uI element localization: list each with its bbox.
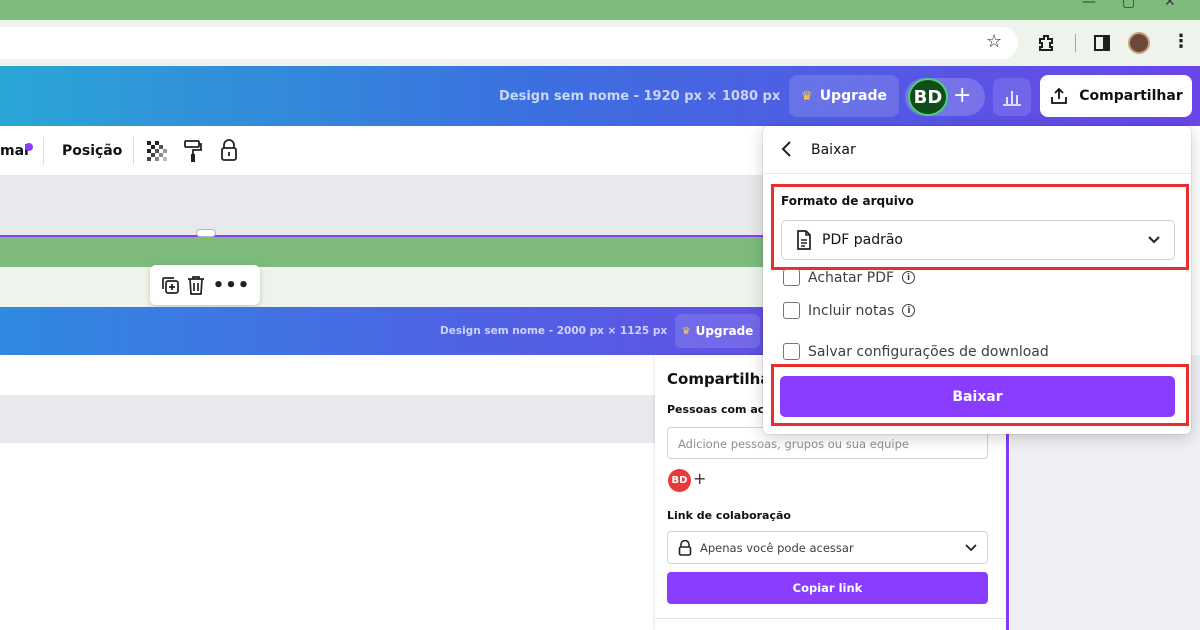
side-panel-icon[interactable] [1094,35,1110,51]
lock-icon [678,539,692,556]
chrome-separator [1075,34,1076,52]
trash-icon[interactable] [187,275,205,295]
analytics-button[interactable] [993,78,1031,116]
crown-icon: ♛ [681,325,691,337]
duplicate-icon[interactable] [160,275,180,295]
embedded-upgrade-button[interactable]: ♛ Upgrade [675,314,760,348]
notification-dot [25,143,33,151]
upgrade-button[interactable]: ♛ Upgrade [789,75,899,117]
share-label: Compartilhar [1079,88,1183,104]
include-notes-checkbox[interactable] [783,302,800,319]
minimize-icon[interactable]: — [1082,0,1096,10]
flatten-pdf-option[interactable]: Achatar PDF i [783,269,916,286]
upload-share-icon [1051,87,1068,104]
maximize-icon[interactable]: ▢ [1122,0,1135,10]
embedded-upgrade-label: Upgrade [695,324,754,338]
profile-avatar[interactable] [1128,32,1150,54]
position-button[interactable]: Posição [62,143,122,159]
embedded-design-title: Design sem nome - 2000 px × 1125 px [440,325,668,337]
address-bar[interactable] [0,27,1018,59]
share-panel-divider [655,618,1006,619]
extensions-icon[interactable] [1036,33,1056,53]
download-panel-title: Baixar [811,142,856,158]
flatten-pdf-checkbox[interactable] [783,269,800,286]
info-icon[interactable]: i [902,304,916,317]
invite-plus-icon[interactable]: + [953,84,971,108]
toolbar-divider [133,137,134,165]
toolbar-divider [43,137,44,165]
back-chevron-icon[interactable] [780,140,792,158]
format-highlight-box [771,184,1189,270]
save-settings-label: Salvar configurações de download [808,343,1049,360]
bookmark-star-icon[interactable]: ☆ [986,32,1002,52]
canvas-image-strip [0,267,770,307]
flatten-pdf-label: Achatar PDF [808,269,895,286]
embedded-toolbar [0,355,655,395]
share-panel-title: Compartilhar [667,370,778,388]
download-panel-divider [763,173,1191,174]
close-icon[interactable]: ✕ [1164,0,1176,10]
more-options-icon[interactable]: ••• [213,275,251,296]
kebab-menu-icon[interactable]: ⋮ [1172,32,1190,52]
include-notes-label: Incluir notas [808,302,895,319]
design-title[interactable]: Design sem nome - 1920 px × 1080 px [499,89,780,104]
copy-link-button[interactable]: Copiar link [667,572,988,604]
access-level-select[interactable]: Apenas você pode acessar [667,531,988,564]
transparency-icon[interactable] [147,141,169,163]
resize-handle[interactable] [196,229,216,237]
lock-icon[interactable] [220,139,238,161]
selected-element[interactable] [0,235,770,267]
upgrade-label: Upgrade [819,88,887,104]
people-access-label: Pessoas com ace [667,403,772,416]
save-settings-checkbox[interactable] [783,343,800,360]
crown-icon: ♛ [801,88,813,104]
element-floating-toolbar: ••• [150,265,260,305]
paint-roller-icon[interactable] [183,139,203,163]
download-highlight-box [771,364,1189,426]
chevron-down-icon [965,543,977,551]
user-avatar[interactable]: BD [908,78,948,116]
bar-chart-icon [1003,91,1021,106]
browser-titlebar [0,0,1200,20]
include-notes-option[interactable]: Incluir notas i [783,302,916,319]
collab-link-label: Link de colaboração [667,509,791,522]
share-button[interactable]: Compartilhar [1040,75,1192,117]
embedded-canvas [0,395,655,443]
add-person-plus-icon[interactable]: + [693,469,706,488]
canvas-background [0,176,770,235]
share-user-avatar[interactable]: BD [668,469,691,492]
info-icon[interactable]: i [902,271,916,284]
access-level-value: Apenas você pode acessar [700,540,854,555]
save-settings-option[interactable]: Salvar configurações de download [783,343,1049,360]
